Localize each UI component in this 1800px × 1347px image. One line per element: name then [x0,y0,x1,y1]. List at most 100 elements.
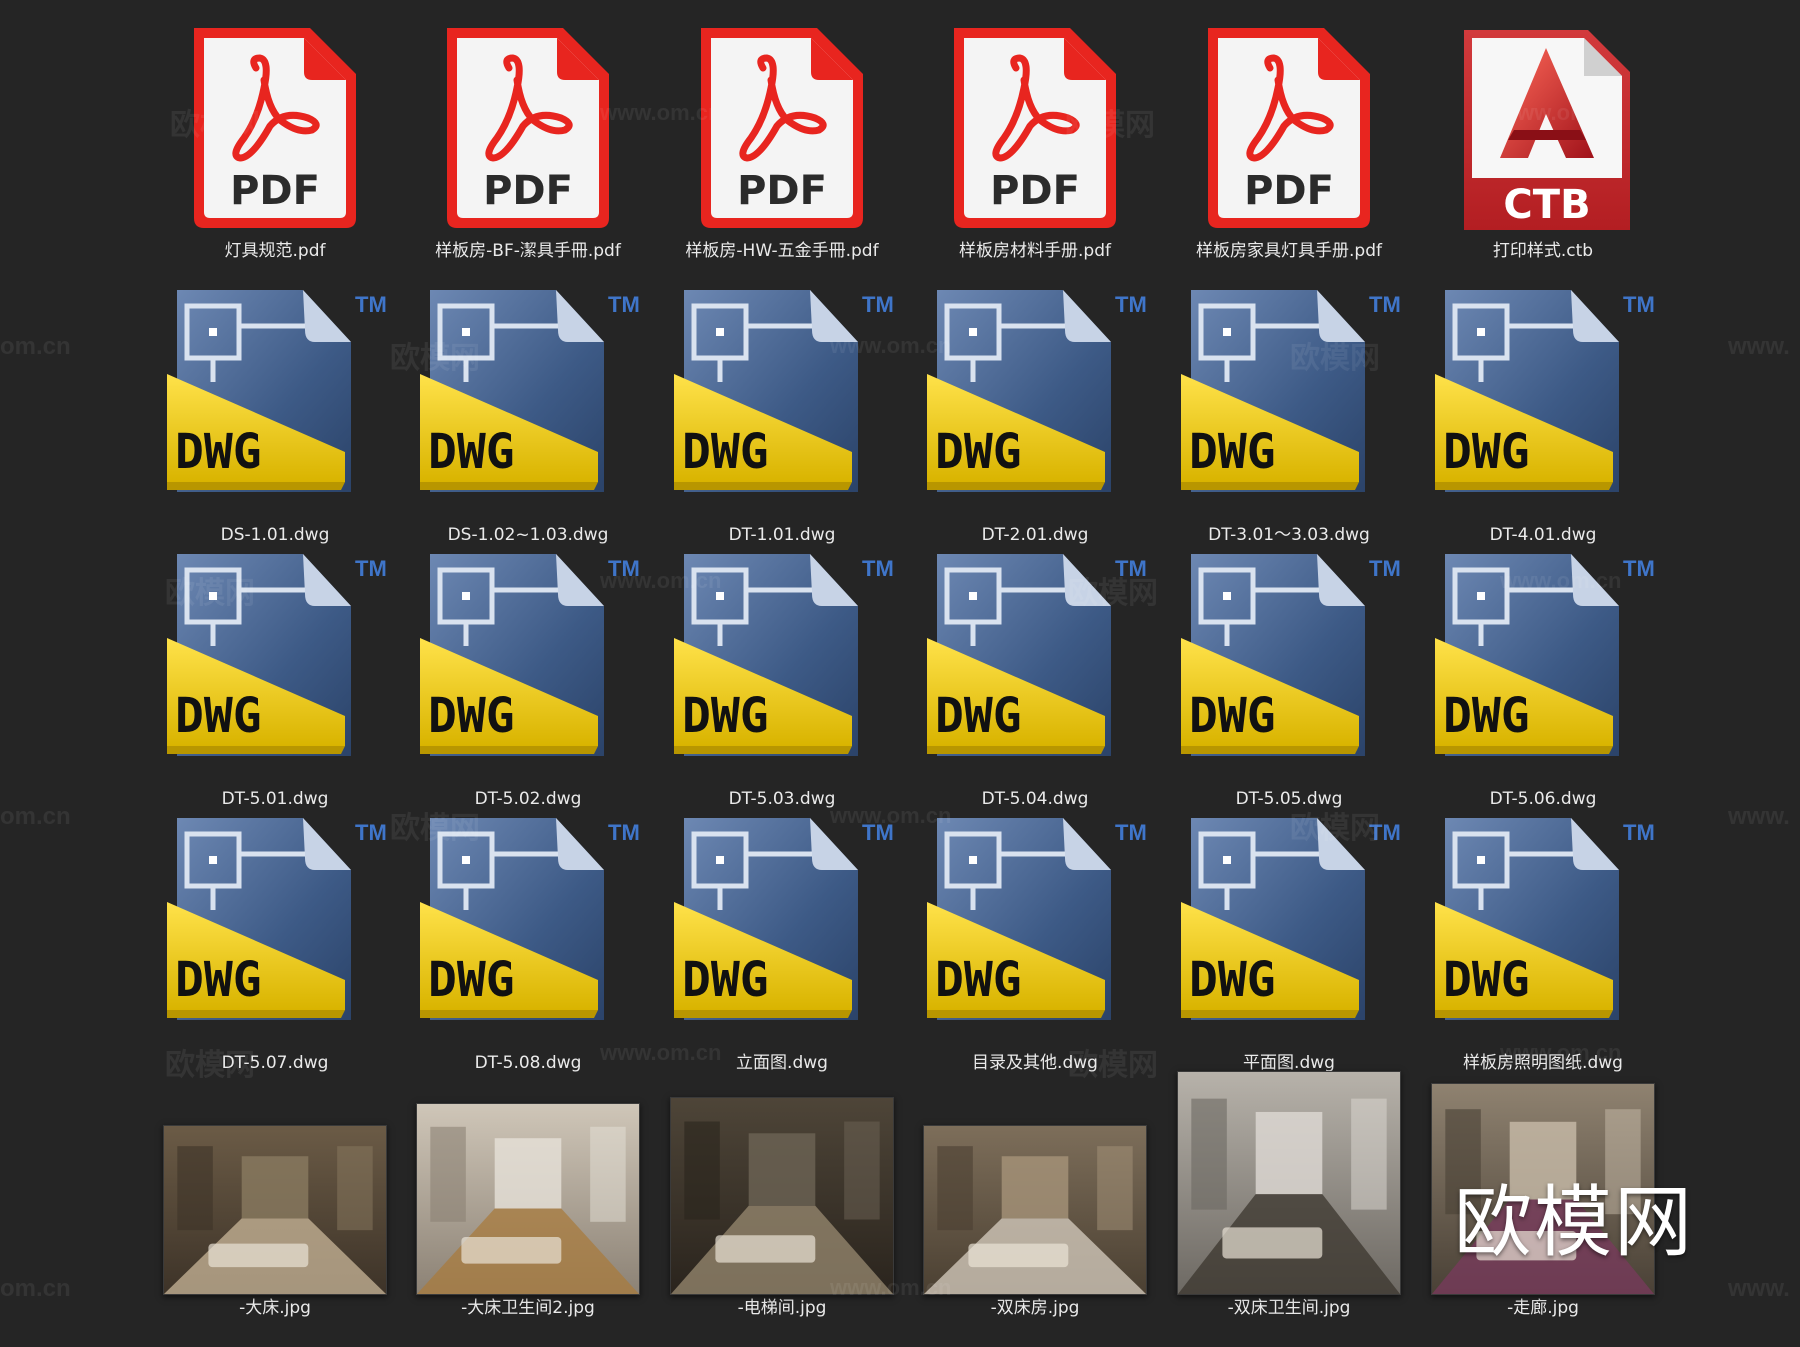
file-icon-grid: PDF 灯具规范.pdf PDF 样板房-BF-潔具手冊.pdf PDF 样板房… [0,0,1800,1347]
file-name-label: DT-5.05.dwg [1235,789,1343,809]
file-item[interactable]: PDF 样板房-BF-潔具手冊.pdf [403,18,653,262]
file-item[interactable]: TM DWG DT-2.01.dwg [910,282,1160,546]
file-item[interactable]: PDF 灯具规范.pdf [150,18,400,262]
file-icon-box: TM DWG [408,282,648,522]
svg-text:TM: TM [1623,820,1655,845]
file-name-label: 样板房家具灯具手册.pdf [1196,241,1382,261]
svg-text:TM: TM [1623,556,1655,581]
svg-text:DWG: DWG [1189,424,1276,480]
file-item[interactable]: TM DWG DT-5.06.dwg [1418,546,1668,810]
svg-text:TM: TM [862,292,894,317]
dwg-file-icon: TM DWG [674,290,894,492]
file-icon-box: TM DWG [155,546,395,786]
file-item[interactable]: CTB 打印样式.ctb [1418,18,1668,262]
svg-text:TM: TM [608,556,640,581]
brand-logo: 欧模网 [1453,1178,1694,1268]
file-name-label: DT-5.07.dwg [221,1053,329,1073]
file-icon-box: TM DWG [1423,810,1663,1050]
file-item[interactable]: TM DWG DT-4.01.dwg [1418,282,1668,546]
file-item[interactable]: TM DWG DT-5.02.dwg [403,546,653,810]
image-thumbnail [416,1103,640,1295]
file-icon-box: TM DWG [915,810,1155,1050]
file-item[interactable]: -大床卫生间2.jpg [403,1103,653,1319]
svg-text:TM: TM [608,292,640,317]
image-thumbnail [163,1125,387,1295]
file-icon-box: TM DWG [408,810,648,1050]
file-icon-box [163,1125,387,1295]
file-item[interactable]: -双床卫生间.jpg [1164,1071,1414,1319]
file-item[interactable]: TM DWG 立面图.dwg [657,810,907,1074]
image-thumbnail [670,1097,894,1295]
file-name-label: DT-5.08.dwg [474,1053,582,1073]
file-name-label: DT-5.06.dwg [1489,789,1597,809]
file-item[interactable]: TM DWG DT-5.07.dwg [150,810,400,1074]
svg-text:DWG: DWG [935,424,1022,480]
dwg-file-icon: TM DWG [167,818,387,1020]
file-name-label: DT-1.01.dwg [728,525,836,545]
file-name-label: DT-5.01.dwg [221,789,329,809]
file-item[interactable]: PDF 样板房家具灯具手册.pdf [1164,18,1414,262]
dwg-file-icon: TM DWG [420,290,640,492]
file-name-label: DS-1.01.dwg [220,525,330,545]
file-icon-box [416,1103,640,1295]
dwg-file-icon: TM DWG [927,290,1147,492]
file-item[interactable]: TM DWG DT-5.04.dwg [910,546,1160,810]
file-item[interactable]: -大床.jpg [150,1125,400,1319]
svg-text:DWG: DWG [175,424,262,480]
file-icon-box: TM DWG [155,810,395,1050]
file-name-label: -双床房.jpg [990,1298,1080,1318]
svg-text:TM: TM [1623,292,1655,317]
file-name-label: 样板房照明图纸.dwg [1463,1053,1623,1073]
file-item[interactable]: TM DWG DT-3.01～3.03.dwg [1164,282,1414,546]
file-icon-box: PDF [1194,18,1384,238]
file-icon-box [923,1125,1147,1295]
file-item[interactable]: PDF 样板房材料手册.pdf [910,18,1160,262]
pdf-file-icon: PDF [954,28,1116,228]
svg-text:DWG: DWG [1189,952,1276,1008]
pdf-file-icon: PDF [1208,28,1370,228]
file-item[interactable]: TM DWG DT-5.05.dwg [1164,546,1414,810]
svg-text:TM: TM [1115,556,1147,581]
svg-text:PDF: PDF [737,168,827,214]
file-item[interactable]: TM DWG 样板房照明图纸.dwg [1418,810,1668,1074]
file-item[interactable]: PDF 样板房-HW-五金手冊.pdf [657,18,907,262]
svg-text:PDF: PDF [990,168,1080,214]
svg-text:DWG: DWG [682,424,769,480]
svg-text:TM: TM [1115,820,1147,845]
file-item[interactable]: TM DWG DT-5.03.dwg [657,546,907,810]
file-item[interactable]: -双床房.jpg [910,1125,1160,1319]
svg-text:PDF: PDF [1244,168,1334,214]
file-item[interactable]: TM DWG DT-1.01.dwg [657,282,907,546]
pdf-file-icon: PDF [194,28,356,228]
dwg-file-icon: TM DWG [927,818,1147,1020]
svg-text:CTB: CTB [1503,182,1590,228]
file-name-label: -大床卫生间2.jpg [461,1298,595,1318]
file-icon-box [670,1097,894,1295]
ctb-file-icon: CTB [1464,30,1630,230]
file-icon-box: TM DWG [1423,282,1663,522]
file-icon-box: TM DWG [915,546,1155,786]
svg-text:TM: TM [1369,820,1401,845]
file-item[interactable]: TM DWG DS-1.02~1.03.dwg [403,282,653,546]
dwg-file-icon: TM DWG [420,554,640,756]
file-item[interactable]: TM DWG 平面图.dwg [1164,810,1414,1074]
file-name-label: 样板房-HW-五金手冊.pdf [685,241,879,261]
file-item[interactable]: TM DWG DS-1.01.dwg [150,282,400,546]
svg-text:DWG: DWG [935,952,1022,1008]
svg-text:TM: TM [1369,292,1401,317]
file-item[interactable]: -电梯间.jpg [657,1097,907,1319]
file-icon-box [1177,1071,1401,1295]
dwg-file-icon: TM DWG [1435,818,1655,1020]
file-icon-box: TM DWG [662,810,902,1050]
file-name-label: 样板房-BF-潔具手冊.pdf [435,241,621,261]
dwg-file-icon: TM DWG [927,554,1147,756]
dwg-file-icon: TM DWG [1181,818,1401,1020]
pdf-file-icon: PDF [447,28,609,228]
file-item[interactable]: TM DWG 目录及其他.dwg [910,810,1160,1074]
file-icon-box: PDF [687,18,877,238]
file-item[interactable]: TM DWG DT-5.01.dwg [150,546,400,810]
file-item[interactable]: TM DWG DT-5.08.dwg [403,810,653,1074]
image-thumbnail [923,1125,1147,1295]
dwg-file-icon: TM DWG [674,818,894,1020]
svg-text:PDF: PDF [483,168,573,214]
